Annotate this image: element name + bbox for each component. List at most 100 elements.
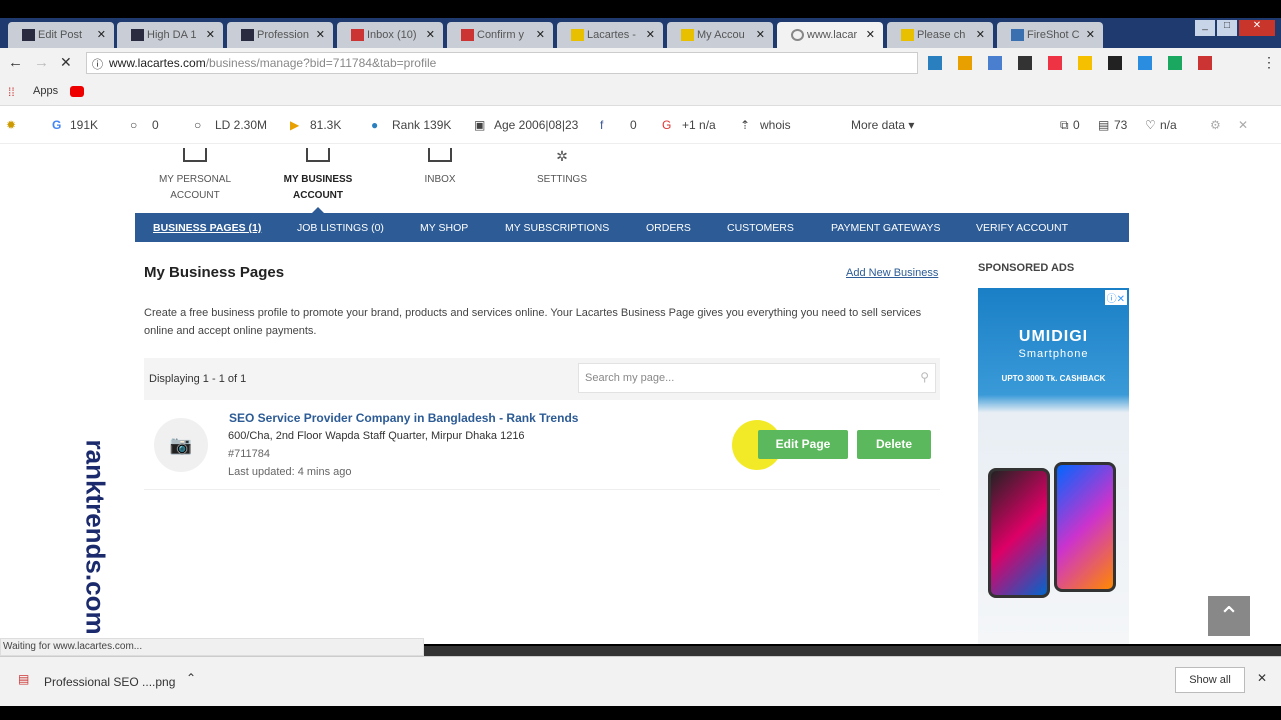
domain-age[interactable]: Age 2006|08|23 bbox=[494, 118, 578, 132]
maximize-button[interactable]: □ bbox=[1217, 20, 1237, 36]
tab[interactable]: Confirm y ✕ bbox=[447, 22, 553, 48]
tab[interactable]: Lacartes - ✕ bbox=[557, 22, 663, 48]
menu-icon[interactable]: ⋮ bbox=[1262, 54, 1276, 71]
ad-subtitle: Smartphone bbox=[1018, 348, 1089, 360]
inbox-link[interactable]: INBOX bbox=[410, 148, 470, 188]
close-window-button[interactable]: ✕ bbox=[1239, 20, 1275, 36]
settings-link[interactable]: ✲ SETTINGS bbox=[530, 148, 594, 188]
globe-icon: ● bbox=[371, 118, 379, 132]
subnav-job-listings[interactable]: JOB LISTINGS (0) bbox=[297, 222, 384, 234]
show-all-button[interactable]: Show all bbox=[1175, 667, 1245, 693]
alexa-rank[interactable]: Rank 139K bbox=[392, 118, 451, 132]
bing-index[interactable]: 81.3K bbox=[310, 118, 341, 132]
close-tab-icon[interactable]: ✕ bbox=[316, 28, 325, 41]
gear-icon: ✲ bbox=[556, 148, 568, 164]
business-name-link[interactable]: SEO Service Provider Company in Banglade… bbox=[229, 411, 578, 425]
subnav-orders[interactable]: ORDERS bbox=[646, 222, 691, 234]
chevron-up-icon[interactable]: ⌃ bbox=[186, 671, 196, 685]
seoquake-bar: ✹ G 191K ○ 0 ○ LD 2.30M ▶ 81.3K ● Rank 139K … bbox=[0, 106, 1281, 144]
youtube-icon[interactable] bbox=[70, 86, 84, 97]
ad-brand: UMIDIGI bbox=[1018, 328, 1089, 345]
subnav-my-shop[interactable]: MY SHOP bbox=[420, 222, 468, 234]
file-icon: ▤ bbox=[18, 672, 30, 686]
my-personal-account-link[interactable]: MY PERSONAL ACCOUNT bbox=[150, 148, 240, 204]
links-count[interactable]: 0 bbox=[1073, 118, 1080, 132]
horizontal-scrollbar[interactable] bbox=[424, 646, 1281, 656]
l-value[interactable]: 0 bbox=[152, 118, 159, 132]
forward-icon[interactable]: → bbox=[34, 54, 49, 71]
whois-link[interactable]: whois bbox=[760, 118, 791, 132]
close-tab-icon[interactable]: ✕ bbox=[866, 28, 875, 41]
close-icon[interactable]: ✕ bbox=[1257, 671, 1267, 685]
sponsored-ads-title: SPONSORED ADS bbox=[978, 262, 1075, 274]
subnav-my-subscriptions[interactable]: MY SUBSCRIPTIONS bbox=[505, 222, 609, 234]
address-bar[interactable]: ⓘ www.lacartes.com/business/manage?bid=71… bbox=[86, 52, 918, 74]
camera-icon: 📷 bbox=[154, 418, 208, 472]
tab[interactable]: Please ch ✕ bbox=[887, 22, 993, 48]
subnav-business-pages[interactable]: BUSINESS PAGES (1) bbox=[153, 222, 261, 234]
close-tab-icon[interactable]: ✕ bbox=[756, 28, 765, 41]
tab-active[interactable]: www.lacar ✕ bbox=[777, 22, 883, 48]
doc-icon: ▤ bbox=[1098, 118, 1110, 132]
more-data-dropdown[interactable]: More data ▾ bbox=[851, 118, 914, 132]
tab[interactable]: High DA 1 ✕ bbox=[117, 22, 223, 48]
facebook-count[interactable]: 0 bbox=[630, 118, 637, 132]
gear-icon[interactable]: ⚙ bbox=[1210, 118, 1221, 132]
tab[interactable]: Inbox (10) ✕ bbox=[337, 22, 443, 48]
status-bar: Waiting for www.lacartes.com... bbox=[0, 638, 424, 656]
google-index[interactable]: 191K bbox=[70, 118, 98, 132]
subnav-verify-account[interactable]: VERIFY ACCOUNT bbox=[976, 222, 1068, 234]
scroll-to-top-button[interactable]: ⌃ bbox=[1208, 596, 1250, 636]
add-new-business-link[interactable]: Add New Business bbox=[846, 267, 938, 279]
tab[interactable]: FireShot C ✕ bbox=[997, 22, 1103, 48]
circle-icon: ○ bbox=[194, 118, 202, 132]
my-business-account-link[interactable]: MY BUSINESS ACCOUNT bbox=[276, 148, 360, 204]
heart-value[interactable]: n/a bbox=[1160, 118, 1177, 132]
close-tab-icon[interactable]: ✕ bbox=[1086, 28, 1095, 41]
facebook-icon: f bbox=[600, 118, 604, 132]
download-bar: ▤ Professional SEO ....png ⌃ Show all ✕ bbox=[0, 656, 1281, 706]
tab-label: Please ch bbox=[917, 29, 966, 41]
search-my-page-input[interactable]: Search my page... ⚲ bbox=[578, 363, 936, 393]
tab-label: My Accou bbox=[697, 29, 745, 41]
close-icon[interactable]: ✕ bbox=[1238, 118, 1248, 132]
ad-banner[interactable]: ⓘ✕ UMIDIGI Smartphone UPTO 3000 Tk. CASH… bbox=[978, 288, 1129, 644]
tab-label: Lacartes - bbox=[587, 29, 636, 41]
page-content: MY PERSONAL ACCOUNT MY BUSINESS ACCOUNT … bbox=[0, 144, 1281, 656]
list-header: Displaying 1 - 1 of 1 Search my page... … bbox=[144, 358, 940, 400]
circle-icon: ○ bbox=[130, 118, 138, 132]
bing-icon: ▶ bbox=[290, 118, 300, 132]
stop-icon[interactable]: ✕ bbox=[60, 54, 72, 71]
tab[interactable]: Profession ✕ bbox=[227, 22, 333, 48]
phone-image bbox=[1054, 462, 1116, 592]
extension-icons[interactable] bbox=[928, 56, 1218, 70]
close-tab-icon[interactable]: ✕ bbox=[976, 28, 985, 41]
close-tab-icon[interactable]: ✕ bbox=[536, 28, 545, 41]
tab[interactable]: My Accou ✕ bbox=[667, 22, 773, 48]
back-icon[interactable]: ← bbox=[8, 54, 23, 71]
close-tab-icon[interactable]: ✕ bbox=[97, 28, 106, 41]
download-item[interactable]: Professional SEO ....png bbox=[44, 675, 175, 689]
close-tab-icon[interactable]: ✕ bbox=[426, 28, 435, 41]
subnav-payment-gateways[interactable]: PAYMENT GATEWAYS bbox=[831, 222, 941, 234]
heart-icon: ♡ bbox=[1145, 118, 1156, 132]
tab-label: Confirm y bbox=[477, 29, 525, 41]
ld-value[interactable]: LD 2.30M bbox=[215, 118, 267, 132]
nav-label: SETTINGS bbox=[536, 174, 587, 185]
close-tab-icon[interactable]: ✕ bbox=[646, 28, 655, 41]
edit-page-button[interactable]: Edit Page bbox=[758, 430, 848, 459]
count-value[interactable]: 73 bbox=[1114, 118, 1127, 132]
ad-close-icon[interactable]: ⓘ✕ bbox=[1104, 290, 1127, 305]
search-icon[interactable]: ⚲ bbox=[920, 370, 929, 384]
gplus-count[interactable]: +1 n/a bbox=[682, 118, 716, 132]
close-tab-icon[interactable]: ✕ bbox=[206, 28, 215, 41]
apps-bookmark[interactable]: Apps bbox=[33, 85, 58, 97]
favicon-icon bbox=[901, 29, 914, 41]
minimize-button[interactable]: _ bbox=[1195, 20, 1215, 36]
delete-button[interactable]: Delete bbox=[857, 430, 931, 459]
fireshot-icon bbox=[1011, 29, 1024, 41]
subnav-customers[interactable]: CUSTOMERS bbox=[727, 222, 794, 234]
tab[interactable]: Edit Post ✕ bbox=[8, 22, 114, 48]
favicon-icon bbox=[241, 29, 254, 41]
business-subnav: BUSINESS PAGES (1) JOB LISTINGS (0) MY S… bbox=[135, 213, 1129, 242]
